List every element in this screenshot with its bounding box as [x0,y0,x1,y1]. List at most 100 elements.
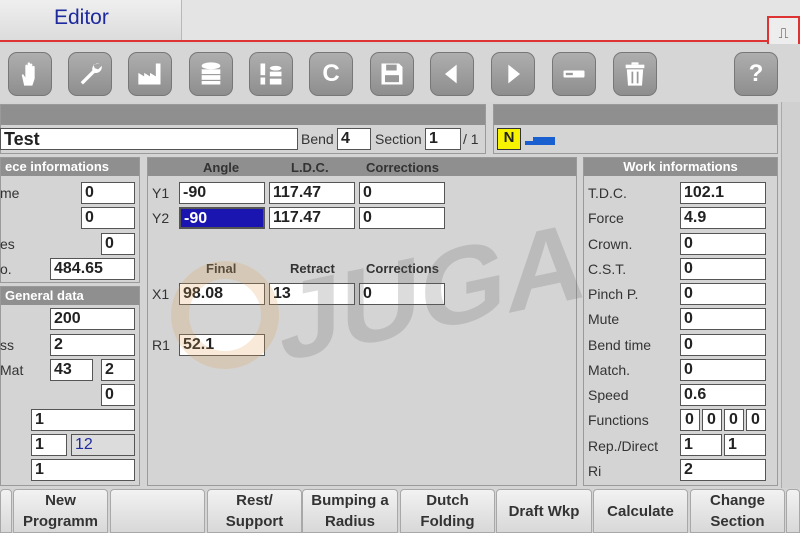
col-ldc-header: L.D.C. [291,160,329,175]
y2-label: Y2 [152,210,170,226]
rep-value[interactable]: 1 [680,434,722,456]
wrench-icon[interactable] [68,52,112,96]
new-programm-label-1: New [45,492,76,509]
general-data-value-4[interactable]: 0 [101,384,135,406]
col-retract-header: Retract [290,261,335,276]
section-label: Section [375,131,422,147]
work-info-value-crown[interactable]: 0 [680,233,766,255]
softkey-last[interactable] [786,489,800,533]
bend-field[interactable]: 4 [337,128,371,150]
work-info-label-force: Force [588,210,624,226]
general-data-value-5[interactable]: 1 [31,409,135,431]
status-panel-header [494,105,777,125]
status-bar-icon [525,141,533,145]
work-info-value-tdc[interactable]: 102.1 [680,182,766,204]
bumping-label-1: Bumping a [311,492,389,509]
softkey-0[interactable] [0,489,12,533]
y1-label: Y1 [152,185,170,201]
general-data-header: General data [1,287,139,305]
section-field[interactable]: 1 [425,128,461,150]
y2-ldc-field[interactable]: 117.47 [269,207,355,229]
softkey-empty-button[interactable] [110,489,205,533]
y2-angle-field[interactable]: -90 [179,207,265,229]
save-icon[interactable] [370,52,414,96]
piece-info-value-3[interactable]: 0 [101,233,135,255]
y1-ldc-field[interactable]: 117.47 [269,182,355,204]
ri-value[interactable]: 2 [680,459,766,481]
work-info-value-cst[interactable]: 0 [680,258,766,280]
rest-support-button[interactable]: Rest/Support [207,489,302,533]
x1-retract-field[interactable]: 13 [269,283,355,305]
general-data-label-3: Mat [0,362,24,378]
functions-value-4[interactable]: 0 [746,409,766,431]
general-data-value-2[interactable]: 2 [50,334,135,356]
change-section-button[interactable]: Change Section [690,489,785,533]
factory-icon[interactable] [128,52,172,96]
y2-corrections-field[interactable]: 0 [359,207,445,229]
col-final-header: Final [206,261,237,276]
work-info-label-bend-time: Bend time [588,337,652,353]
col-corrections2-header: Corrections [366,261,439,276]
trash-icon[interactable] [613,52,657,96]
piece-info-header: ece informations [1,158,139,176]
y1-angle-field[interactable]: -90 [179,182,265,204]
col-angle-header: Angle [203,160,240,175]
general-data-value-6a[interactable]: 1 [31,434,67,456]
right-side-strip [781,102,800,488]
functions-value-2[interactable]: 0 [702,409,722,431]
x1-final-field[interactable]: 98.08 [179,283,265,305]
work-info-value-speed[interactable]: 0.6 [680,384,766,406]
piece-info-value-2[interactable]: 0 [81,207,135,229]
work-info-value-bend-time[interactable]: 0 [680,334,766,356]
dutch-folding-button[interactable]: Dutch Folding [400,489,495,533]
arrow-left-icon[interactable] [430,52,474,96]
direct-value[interactable]: 1 [724,434,766,456]
work-info-value-mute[interactable]: 0 [680,308,766,330]
general-data-value-3a[interactable]: 43 [50,359,93,381]
work-info-value-match[interactable]: 0 [680,359,766,381]
x1-corrections-field[interactable]: 0 [359,283,445,305]
r1-field[interactable]: 52.1 [179,334,265,356]
general-data-value-6b[interactable]: 12 [71,434,135,456]
work-info-label-speed: Speed [588,387,629,403]
general-data-value-1[interactable]: 200 [50,308,135,330]
minus-icon[interactable] [552,52,596,96]
general-data-label-2: ss [0,337,14,353]
work-info-label-crown: Crown. [588,236,633,252]
general-data-value-7[interactable]: 1 [31,459,135,481]
page-title: Editor [54,6,109,29]
piece-info-label-1: me [0,185,20,201]
piece-info-value-4[interactable]: 484.65 [50,258,135,280]
draft-wkp-button[interactable]: Draft Wkp [496,489,592,533]
new-programm-button[interactable]: New Programm [13,489,108,533]
calculate-button[interactable]: Calculate [593,489,688,533]
status-panel [493,104,778,154]
hand-icon[interactable] [8,52,52,96]
database-icon[interactable] [189,52,233,96]
c-icon[interactable]: C [309,52,353,96]
mode-indicator: N [497,128,521,150]
y1-corrections-field[interactable]: 0 [359,182,445,204]
help-icon[interactable]: ? [734,52,778,96]
tool-database-icon[interactable] [249,52,293,96]
work-info-label-cst: C.S.T. [588,261,627,277]
functions-value-1[interactable]: 0 [680,409,700,431]
dutch-label-2: Folding [420,513,475,530]
functions-label: Functions [588,412,649,428]
bend-label: Bend [301,131,334,147]
general-data-value-3b[interactable]: 2 [101,359,135,381]
section-total: / 1 [463,131,479,147]
program-name-field[interactable]: Test [0,128,298,150]
functions-value-3[interactable]: 0 [724,409,744,431]
status-bar-block [533,137,555,145]
work-info-value-pinch[interactable]: 0 [680,283,766,305]
piece-info-value-1[interactable]: 0 [81,182,135,204]
bumping-radius-button[interactable]: Bumping a Radius [302,489,398,533]
ri-label: Ri [588,463,602,479]
work-info-label-pinch: Pinch P. [588,286,639,302]
work-info-value-force[interactable]: 4.9 [680,207,766,229]
piece-info-label-3: es [0,236,15,252]
bumping-label-2: Radius [324,513,375,530]
arrow-right-icon[interactable] [491,52,535,96]
new-programm-label-2: Programm [22,513,99,530]
